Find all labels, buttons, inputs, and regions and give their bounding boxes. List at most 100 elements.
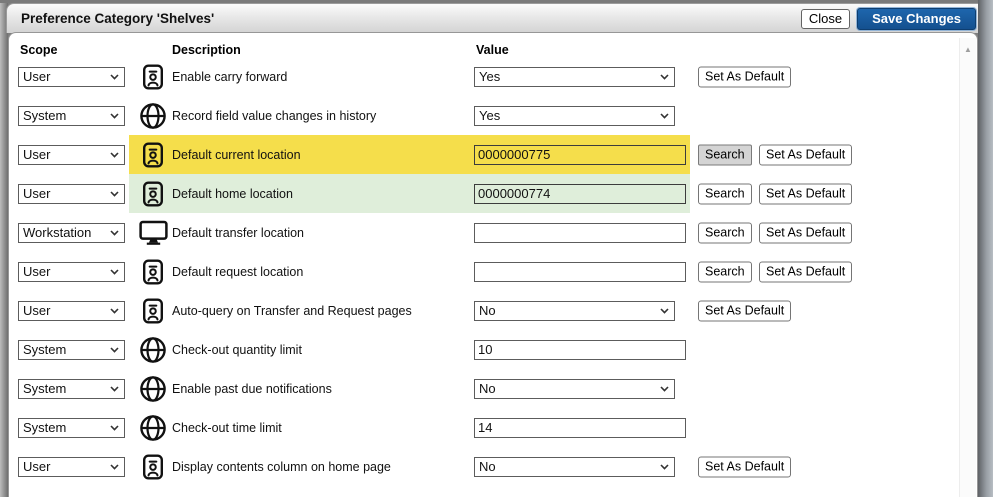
preference-row: User Display contents column on home pag… [9, 447, 960, 486]
value-input[interactable] [474, 340, 686, 360]
scope-select[interactable]: User [18, 301, 125, 321]
value-input[interactable] [474, 145, 686, 165]
preference-description: Auto-query on Transfer and Request pages [172, 304, 412, 318]
preference-description: Check-out time limit [172, 421, 282, 435]
chevron-down-icon [110, 269, 119, 275]
scope-select-value: User [23, 147, 110, 162]
chevron-down-icon [110, 191, 119, 197]
preference-rows: User Enable carry forward Yes Set As Def… [9, 57, 960, 486]
scope-select-value: User [23, 69, 110, 84]
preference-row: User Default home location Search Set As… [9, 174, 960, 213]
scope-select[interactable]: System [18, 379, 125, 399]
scope-select[interactable]: User [18, 457, 125, 477]
dialog-title: Preference Category 'Shelves' [21, 11, 801, 26]
column-header-value: Value [476, 43, 509, 57]
preference-description: Record field value changes in history [172, 109, 376, 123]
set-as-default-button[interactable]: Set As Default [759, 222, 852, 243]
scope-select[interactable]: User [18, 145, 125, 165]
value-select[interactable]: No [474, 379, 675, 399]
set-as-default-button[interactable]: Set As Default [698, 66, 791, 87]
set-as-default-button[interactable]: Set As Default [759, 183, 852, 204]
value-select[interactable]: No [474, 457, 675, 477]
scope-select-value: Workstation [23, 225, 110, 240]
preference-description: Default current location [172, 148, 301, 162]
preferences-panel: Scope Description Value User Enable carr… [8, 32, 978, 497]
set-as-default-button[interactable]: Set As Default [698, 300, 791, 321]
value-select[interactable]: Yes [474, 106, 675, 126]
value-input[interactable] [474, 223, 686, 243]
preference-description: Display contents column on home page [172, 460, 391, 474]
value-input[interactable] [474, 262, 686, 282]
scope-select-value: System [23, 381, 110, 396]
search-button[interactable]: Search [698, 222, 752, 243]
value-select-value: No [479, 459, 660, 474]
value-select-value: Yes [479, 69, 660, 84]
user-badge-icon [137, 141, 169, 169]
value-select-value: No [479, 381, 660, 396]
preference-description: Default home location [172, 187, 293, 201]
value-select-value: No [479, 303, 660, 318]
value-input[interactable] [474, 184, 686, 204]
value-input[interactable] [474, 418, 686, 438]
value-select[interactable]: Yes [474, 67, 675, 87]
set-as-default-button[interactable]: Set As Default [759, 261, 852, 282]
set-as-default-button[interactable]: Set As Default [698, 456, 791, 477]
monitor-icon [137, 220, 169, 246]
column-header-description: Description [172, 43, 241, 57]
chevron-down-icon [110, 152, 119, 158]
chevron-down-icon [660, 74, 669, 80]
preference-description: Default request location [172, 265, 303, 279]
scope-select[interactable]: User [18, 67, 125, 87]
value-select-value: Yes [479, 108, 660, 123]
preference-row: User Auto-query on Transfer and Request … [9, 291, 960, 330]
set-as-default-button[interactable]: Set As Default [759, 144, 852, 165]
chevron-down-icon [110, 230, 119, 236]
scope-select[interactable]: System [18, 340, 125, 360]
user-badge-icon [137, 63, 169, 91]
user-badge-icon [137, 297, 169, 325]
chevron-down-icon [660, 386, 669, 392]
scope-select-value: User [23, 264, 110, 279]
vertical-scrollbar[interactable]: ▲ [959, 38, 976, 497]
scope-select-value: User [23, 459, 110, 474]
preference-row: User Enable carry forward Yes Set As Def… [9, 57, 960, 96]
chevron-down-icon [110, 464, 119, 470]
scope-select[interactable]: System [18, 418, 125, 438]
scope-select-value: User [23, 186, 110, 201]
search-button[interactable]: Search [698, 261, 752, 282]
scope-select-value: User [23, 303, 110, 318]
save-changes-button[interactable]: Save Changes [857, 8, 976, 30]
scope-select[interactable]: User [18, 262, 125, 282]
chevron-down-icon [110, 113, 119, 119]
preference-description: Default transfer location [172, 226, 304, 240]
preference-row: User Default request location Search Set… [9, 252, 960, 291]
scope-select-value: System [23, 108, 110, 123]
globe-icon [137, 375, 169, 403]
preference-row: System Check-out quantity limit [9, 330, 960, 369]
user-badge-icon [137, 453, 169, 481]
preference-description: Enable past due notifications [172, 382, 332, 396]
globe-icon [137, 102, 169, 130]
window-border-left [0, 0, 8, 497]
scope-select[interactable]: System [18, 106, 125, 126]
scope-select[interactable]: User [18, 184, 125, 204]
titlebar-buttons: Close Save Changes [801, 8, 976, 30]
chevron-down-icon [660, 113, 669, 119]
preference-row: User Default current location Search Set… [9, 135, 960, 174]
globe-icon [137, 336, 169, 364]
user-badge-icon [137, 258, 169, 286]
value-select[interactable]: No [474, 301, 675, 321]
globe-icon [137, 414, 169, 442]
column-header-scope: Scope [20, 43, 58, 57]
window-border-right [978, 0, 993, 497]
scroll-up-icon[interactable]: ▲ [960, 42, 976, 56]
search-button[interactable]: Search [698, 183, 752, 204]
chevron-down-icon [110, 308, 119, 314]
chevron-down-icon [110, 347, 119, 353]
scope-select[interactable]: Workstation [18, 223, 125, 243]
search-button[interactable]: Search [698, 144, 752, 165]
chevron-down-icon [110, 74, 119, 80]
chevron-down-icon [110, 425, 119, 431]
scope-select-value: System [23, 342, 110, 357]
close-button[interactable]: Close [801, 9, 850, 29]
